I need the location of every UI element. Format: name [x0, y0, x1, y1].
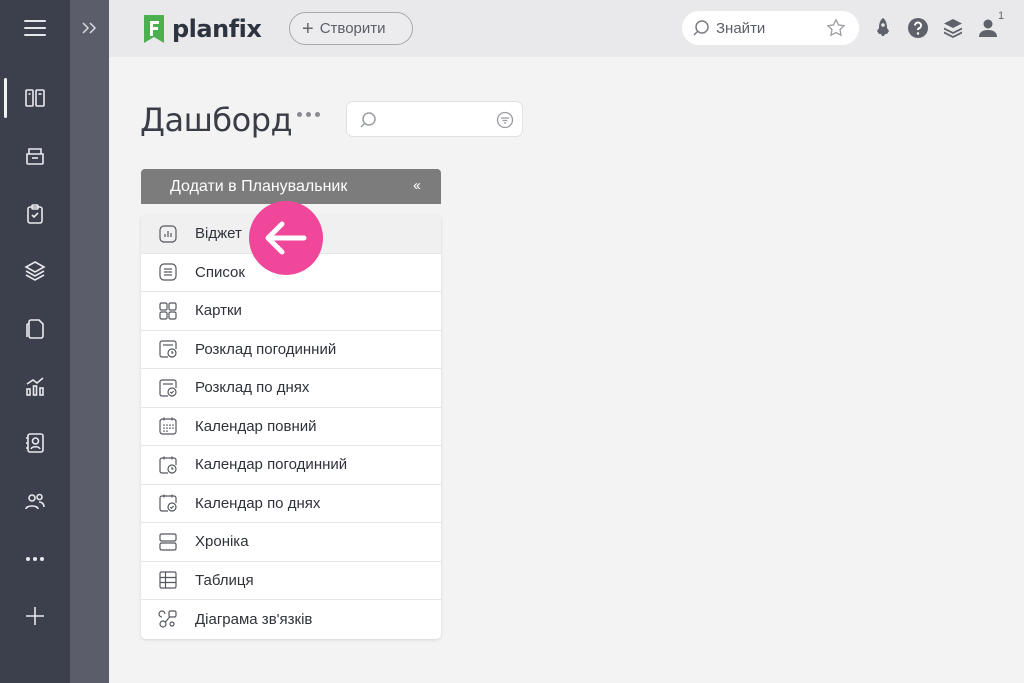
main-content: Дашборд Додати в Планувальник ‹‹ Віджет …: [109, 57, 1024, 683]
search-icon: [693, 20, 709, 36]
collapse-chevrons-icon[interactable]: ‹‹: [413, 177, 421, 194]
more-dots-icon: [26, 557, 44, 561]
rocket-icon[interactable]: [871, 16, 895, 40]
plus-icon: +: [302, 17, 314, 40]
list-item-calendar-full[interactable]: Календар повний: [141, 408, 441, 446]
list-icon: [159, 263, 177, 281]
search-icon: [360, 112, 376, 128]
list-item-label: Діаграма зв'язків: [195, 610, 313, 628]
dashboard-search-input[interactable]: [346, 101, 523, 137]
page-title: Дашборд: [140, 101, 293, 139]
planner-item-list: Віджет Список Картки Розклад погодинний …: [141, 215, 441, 639]
cards-icon: [159, 302, 177, 320]
nav-documents[interactable]: [0, 307, 70, 351]
nav-add[interactable]: [0, 594, 70, 638]
list-item-label: Розклад погодинний: [195, 340, 337, 358]
nav-inbox[interactable]: [0, 134, 70, 178]
list-item-label: Список: [195, 263, 245, 281]
list-item-table[interactable]: Таблиця: [141, 562, 441, 600]
expand-chevrons-icon[interactable]: [80, 18, 100, 38]
task-checklist-icon: [27, 204, 43, 224]
nav-more[interactable]: [0, 537, 70, 581]
list-item-label: Таблиця: [195, 571, 254, 589]
list-item-label: Розклад по днях: [195, 379, 310, 397]
filter-icon[interactable]: [496, 111, 514, 129]
list-item-label: Картки: [195, 302, 242, 320]
top-bar: planfix + Створити Знайти 1: [109, 0, 1024, 57]
timeline-icon: [159, 533, 177, 551]
nav-reports[interactable]: [0, 365, 70, 409]
planner-panel-title: Додати в Планувальник: [170, 177, 348, 195]
planfix-logo[interactable]: planfix: [142, 13, 262, 45]
nav-team[interactable]: [0, 479, 70, 523]
list-item-calendar-daily[interactable]: Календар по днях: [141, 485, 441, 523]
schedule-hourly-icon: [159, 340, 177, 358]
people-icon: [25, 493, 45, 510]
inbox-icon: [26, 148, 44, 165]
list-item-relations-diagram[interactable]: Діаграма зв'язків: [141, 600, 441, 639]
nav-dashboards[interactable]: [0, 76, 70, 120]
list-item-schedule-hourly[interactable]: Розклад погодинний: [141, 331, 441, 369]
list-item-label: Календар погодинний: [195, 456, 348, 474]
stack-icon[interactable]: [941, 16, 965, 40]
menu-icon[interactable]: [24, 20, 46, 38]
nav-contacts[interactable]: [0, 421, 70, 465]
relations-diagram-icon: [158, 610, 177, 628]
list-item-label: Календар повний: [195, 417, 317, 435]
create-button[interactable]: + Створити: [289, 12, 413, 45]
list-item-cards[interactable]: Картки: [141, 292, 441, 331]
planfix-flag-icon: [144, 15, 164, 43]
star-icon[interactable]: [825, 17, 847, 39]
documents-icon: [26, 319, 44, 339]
list-item-label: Віджет: [195, 225, 242, 243]
global-search[interactable]: Знайти: [682, 11, 859, 45]
pointer-arrow-overlay: [249, 201, 323, 275]
calendar-full-icon: [159, 417, 177, 435]
list-item-calendar-hourly[interactable]: Календар погодинний: [141, 446, 441, 485]
table-icon: [159, 571, 177, 589]
left-sidebar: [0, 0, 70, 683]
help-icon[interactable]: [906, 16, 930, 40]
plus-icon: [26, 607, 44, 625]
app-name: planfix: [172, 15, 262, 43]
notification-count: 1: [998, 10, 1005, 22]
dashboard-icon: [25, 89, 45, 107]
secondary-panel: [70, 0, 109, 683]
layers-icon: [24, 261, 46, 281]
search-placeholder: Знайти: [716, 19, 766, 37]
nav-projects[interactable]: [0, 249, 70, 293]
planner-panel-header: Додати в Планувальник ‹‹: [141, 169, 441, 204]
contacts-icon: [26, 433, 44, 453]
arrow-left-icon: [265, 221, 307, 255]
user-avatar-icon[interactable]: [976, 16, 1000, 40]
schedule-daily-icon: [159, 379, 177, 397]
list-item-label: Хроніка: [195, 533, 249, 551]
create-button-label: Створити: [319, 20, 386, 37]
calendar-hourly-icon: [159, 456, 177, 474]
list-item-schedule-daily[interactable]: Розклад по днях: [141, 369, 441, 408]
nav-tasks[interactable]: [0, 192, 70, 236]
widget-chart-icon: [159, 225, 177, 243]
list-item-label: Календар по днях: [195, 494, 321, 512]
analytics-icon: [26, 377, 44, 396]
calendar-daily-icon: [159, 494, 177, 512]
title-more-menu[interactable]: [297, 112, 320, 117]
list-item-timeline[interactable]: Хроніка: [141, 523, 441, 562]
